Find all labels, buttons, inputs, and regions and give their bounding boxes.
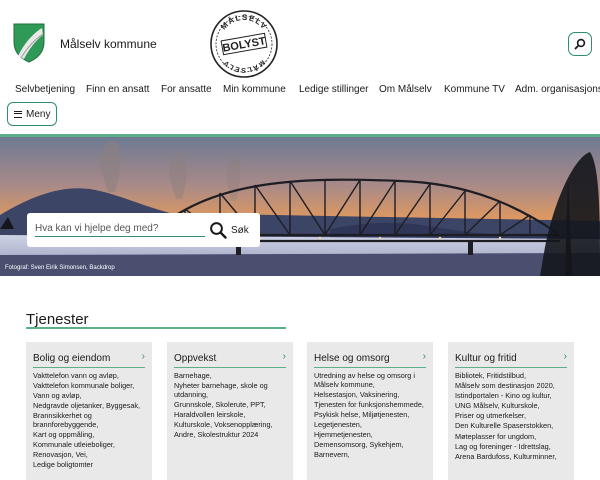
service-card-title: Helse og omsorg [314,353,390,364]
service-link[interactable]: Barnevern, [314,451,428,460]
service-link[interactable]: Den Kulturelle Spaserstokken, [455,422,569,431]
service-link[interactable]: Kulturskole, Voksenopplæring, [174,420,288,430]
service-link[interactable]: Møteplasser for ungdom, [455,432,569,442]
service-link[interactable]: Målselv som destinasjon 2020, [455,381,569,391]
service-link[interactable]: Nyheter barnehage, skole og utdanning, [174,381,288,399]
nav-om-malselv[interactable]: Om Målselv [379,84,432,95]
service-card-kultur-og-fritid: Kultur og fritid › Bibliotek, Fritidstil… [448,342,574,480]
nav-min-kommune[interactable]: Min kommune [223,84,286,95]
chevron-right-icon: › [422,351,426,362]
service-card-title: Bolig og eiendom [33,353,111,364]
service-link[interactable]: Istindportalen - Kino og kultur, [455,391,569,401]
service-card-oppvekst: Oppvekst › Barnehage, Nyheter barnehage,… [167,342,293,480]
search-icon [574,38,586,50]
nav-selvbetjening[interactable]: Selvbetjening [15,84,75,95]
chevron-right-icon: › [563,351,567,362]
search-toggle-button[interactable] [568,32,592,56]
site-title[interactable]: Målselv kommune [60,37,157,51]
hero-search-button-label: Søk [231,224,249,236]
nav-ledige-stillinger[interactable]: Ledige stillinger [299,84,369,95]
malselv-bolyst-stamp-icon: MÅLSELV MÅLSELV BOLYST [210,10,278,78]
hero-search-box: Søk [27,213,260,247]
service-link[interactable]: Vakttelefon vann og avløp, [33,371,147,381]
service-link[interactable]: Tjenesten for funksjonshemmede, [314,400,428,410]
service-link[interactable]: Hjemmetjenesten, [314,430,428,440]
nav-kommune-tv[interactable]: Kommune TV [444,84,505,95]
service-link[interactable]: Barnehage, [174,371,288,381]
top-navigation: Selvbetjening Finn en ansatt For ansatte… [0,84,600,98]
service-card-helse-og-omsorg: Helse og omsorg › Utredning av helse og … [307,342,433,480]
hamburger-icon [14,110,22,118]
service-card-bolig-og-eiendom: Bolig og eiendom › Vakttelefon vann og a… [26,342,152,480]
coat-of-arms-icon[interactable] [12,22,46,64]
services-heading: Tjenester [26,311,89,328]
service-link[interactable]: Brannsikkerhet og brannforebyggende, [33,411,147,429]
service-link[interactable]: Helsestasjon, Vaksinering, [314,390,428,400]
service-link-list: Bibliotek, Fritidstilbud, Målselv som de… [455,371,569,463]
chevron-right-icon: › [141,351,145,362]
search-icon [210,222,227,239]
service-link-list: Vakttelefon vann og avløp, Vakttelefon k… [33,371,147,472]
service-link[interactable]: Demensomsorg, Sykehjem, [314,441,428,450]
service-link[interactable]: Utredning av helse og omsorg i Målselv k… [314,371,428,389]
hero-search-input[interactable] [35,221,205,237]
menu-button[interactable]: Meny [7,102,57,126]
service-link[interactable]: Vakttelefon kommunale boliger, [33,381,147,391]
service-link[interactable]: Arena Bardufoss, Kulturminner, [455,452,569,462]
service-link[interactable]: Psykisk helse, Miljøtjenesten, [314,410,428,420]
service-link[interactable]: Grunnskole, Skolerute, PPT, [174,400,288,410]
service-card-title: Kultur og fritid [455,353,517,364]
service-link[interactable]: Bibliotek, Fritidstilbud, [455,371,569,381]
service-link[interactable]: Andre, Skolestruktur 2024 [174,430,288,440]
service-link-list: Barnehage, Nyheter barnehage, skole og u… [174,371,288,441]
service-card-title: Oppvekst [174,353,217,364]
service-link[interactable]: Lag og foreninger - Idrettslag, [455,442,569,452]
chevron-right-icon: › [282,351,286,362]
service-link[interactable]: Priser og utmerkelser, [455,412,569,421]
service-link[interactable]: Vann og avløp, [33,391,147,401]
hero-banner: Søk Fotograf: Sven Eirik Simonsen, Backd… [0,137,600,276]
hero-photo-bridge [0,137,600,276]
service-card-header[interactable]: Oppvekst › [174,350,286,368]
service-card-header[interactable]: Kultur og fritid › [455,350,567,368]
service-link[interactable]: UNG Målselv, Kulturskole, [455,402,569,411]
service-link[interactable]: Kommunale utleieboliger, [33,441,147,450]
nav-finn-en-ansatt[interactable]: Finn en ansatt [86,84,149,95]
service-link[interactable]: Legetjenesten, [314,420,428,430]
site-header: Målselv kommune MÅLSELV MÅLSELV BOLYST [0,0,600,84]
services-heading-rule [26,327,286,329]
service-card-header[interactable]: Helse og omsorg › [314,350,426,368]
service-link[interactable]: Renovasjon, Vei, [33,451,147,460]
service-link[interactable]: Nedgravde oljetanker, Byggesak, [33,402,147,411]
hero-search-button[interactable]: Søk [209,221,249,239]
nav-adm-organisasjonskart[interactable]: Adm. organisasjonskart [515,84,600,95]
service-link-list: Utredning av helse og omsorg i Målselv k… [314,371,428,461]
nav-for-ansatte[interactable]: For ansatte [161,84,212,95]
service-link[interactable]: Ledige boligtomter [33,461,147,470]
service-card-header[interactable]: Bolig og eiendom › [33,350,145,368]
menu-button-label: Meny [26,108,51,120]
service-link[interactable]: Kart og oppmåling, [33,430,147,440]
photo-credit: Fotograf: Sven Eirik Simonsen, Backdrop [5,265,115,271]
service-link[interactable]: Haraldvollen leirskole, [174,410,288,420]
